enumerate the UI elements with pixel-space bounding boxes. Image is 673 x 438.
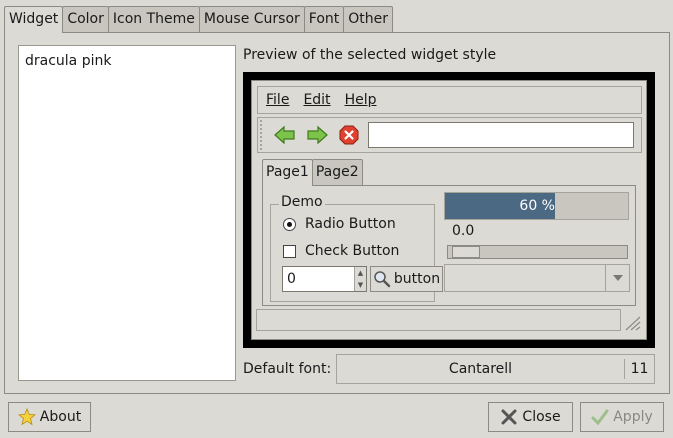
tab-mouse-cursor[interactable]: Mouse Cursor	[198, 6, 305, 32]
check-label: Check Button	[305, 243, 400, 259]
spin-button[interactable]: 0 ▲ ▼	[282, 266, 367, 292]
back-button[interactable]	[272, 122, 298, 148]
scale-value: 0.0	[452, 223, 475, 239]
font-chooser-button[interactable]: Cantarell 11	[336, 354, 655, 384]
menu-edit[interactable]: Edit	[295, 92, 336, 108]
scale-handle[interactable]	[452, 246, 480, 258]
radio-indicator	[283, 217, 296, 231]
about-button[interactable]: About	[8, 402, 91, 432]
tab-color[interactable]: Color	[62, 6, 109, 32]
menu-file[interactable]: File	[258, 92, 295, 108]
theme-list[interactable]: dracula pink	[18, 45, 236, 381]
apply-label: Apply	[613, 409, 653, 425]
star-icon	[17, 408, 36, 426]
about-label: About	[39, 409, 82, 425]
font-name: Cantarell	[448, 361, 513, 377]
toolbar-entry[interactable]	[368, 122, 634, 148]
menu-help[interactable]: Help	[337, 92, 383, 108]
toolbar-grip[interactable]	[260, 120, 266, 150]
forward-button[interactable]	[304, 122, 330, 148]
tab-page2[interactable]: Page2	[311, 159, 363, 185]
tab-font[interactable]: Font	[303, 6, 345, 32]
progress-label: 60 %	[519, 198, 555, 214]
theme-list-item[interactable]: dracula pink	[19, 46, 235, 76]
chevron-down-icon[interactable]	[605, 265, 629, 291]
progress-bar: 60 %	[444, 192, 629, 220]
radio-button[interactable]: Radio Button	[283, 216, 396, 232]
menu-edit-label: Edit	[303, 92, 331, 108]
spin-arrows: ▲ ▼	[354, 267, 366, 291]
checkmark-icon	[591, 408, 609, 426]
font-size: 11	[624, 359, 654, 379]
tab-icon-theme[interactable]: Icon Theme	[107, 6, 200, 32]
radio-label: Radio Button	[305, 216, 396, 232]
stop-button[interactable]	[336, 122, 362, 148]
close-button[interactable]: Close	[488, 402, 573, 432]
forward-arrow-icon	[307, 125, 328, 145]
check-button[interactable]: Check Button	[283, 243, 399, 259]
menu-file-label: File	[266, 92, 290, 108]
preview-toolbar	[257, 117, 642, 153]
tab-widget[interactable]: Widget	[4, 6, 64, 33]
search-button[interactable]: button	[370, 266, 443, 292]
preview-menubar: File Edit Help	[257, 86, 642, 114]
resize-grip-icon[interactable]	[622, 313, 642, 331]
default-font-label: Default font:	[243, 361, 332, 377]
demo-legend: Demo	[279, 194, 325, 210]
main-tabbar: Widget Color Icon Theme Mouse Cursor Fon…	[4, 6, 394, 33]
apply-button[interactable]: Apply	[580, 402, 664, 432]
spin-up-icon[interactable]: ▲	[355, 267, 366, 279]
magnifier-icon	[374, 271, 391, 288]
close-label: Close	[522, 409, 561, 425]
tab-page1[interactable]: Page1	[262, 159, 313, 186]
close-icon	[500, 408, 518, 426]
tab-other[interactable]: Other	[343, 6, 394, 32]
back-arrow-icon	[274, 125, 295, 145]
preview-label: Preview of the selected widget style	[243, 47, 497, 63]
spin-down-icon[interactable]: ▼	[355, 279, 366, 291]
stop-icon	[339, 125, 359, 145]
spin-value[interactable]: 0	[283, 267, 354, 291]
preview-statusbar	[256, 309, 621, 331]
search-button-label: button	[393, 271, 441, 287]
checkbox-indicator	[283, 244, 296, 258]
menu-help-label: Help	[344, 92, 377, 108]
scale-slider[interactable]	[447, 245, 628, 259]
combo-box[interactable]	[444, 264, 630, 292]
preview-tabbar: Page1 Page2	[262, 159, 363, 186]
